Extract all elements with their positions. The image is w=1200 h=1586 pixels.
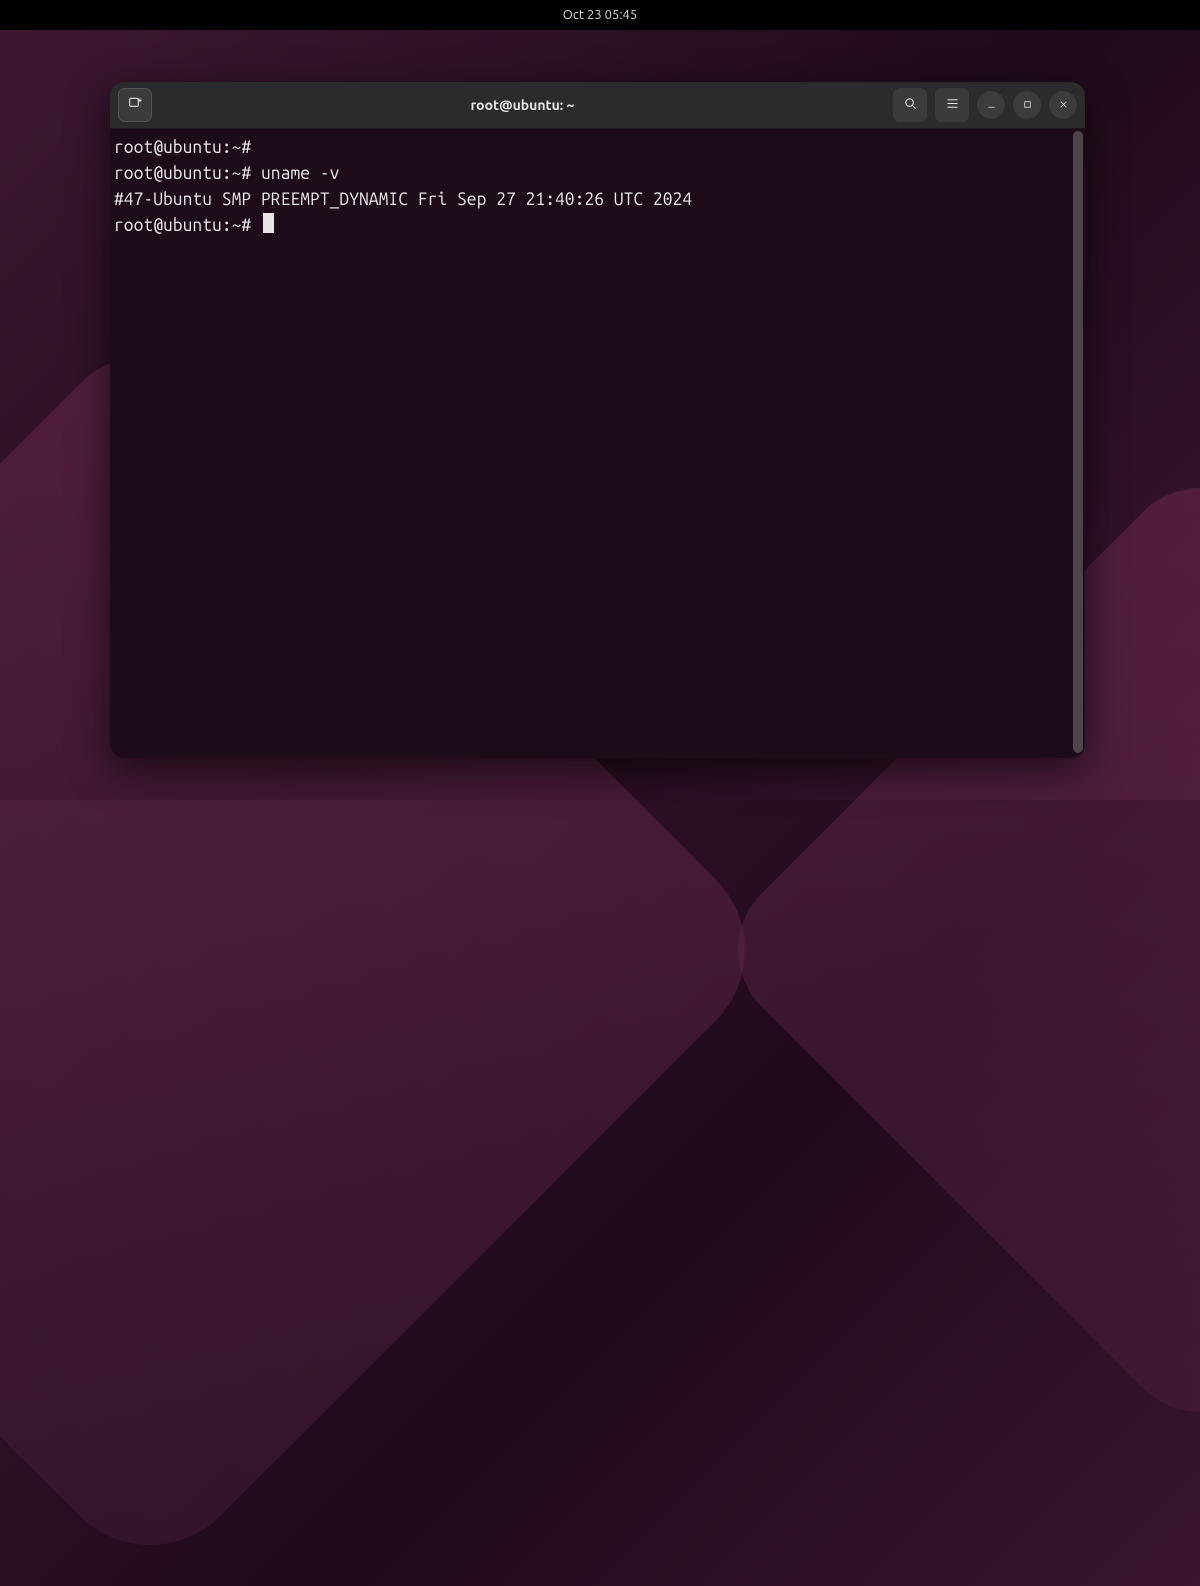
scrollbar[interactable]: [1073, 131, 1083, 753]
close-button[interactable]: [1049, 91, 1077, 119]
terminal-body[interactable]: root@ubuntu:~# root@ubuntu:~# uname -v #…: [110, 129, 1085, 758]
hamburger-icon: [945, 96, 960, 115]
clock[interactable]: Oct 23 05:45: [563, 8, 637, 22]
search-button[interactable]: [893, 88, 927, 122]
window-title: root@ubuntu: ~: [160, 97, 885, 113]
cursor: [263, 213, 274, 233]
gnome-top-bar: Oct 23 05:45: [0, 0, 1200, 30]
menu-button[interactable]: [935, 88, 969, 122]
terminal-output: #47-Ubuntu SMP PREEMPT_DYNAMIC Fri Sep 2…: [114, 187, 1081, 213]
titlebar: root@ubuntu: ~: [110, 82, 1085, 129]
new-tab-icon: [127, 95, 143, 115]
terminal-line: root@ubuntu:~#: [114, 135, 1081, 161]
terminal-window: root@ubuntu: ~: [110, 82, 1085, 758]
maximize-icon: [1022, 96, 1033, 114]
maximize-button[interactable]: [1013, 91, 1041, 119]
minimize-icon: [986, 96, 997, 114]
minimize-button[interactable]: [977, 91, 1005, 119]
new-tab-button[interactable]: [118, 88, 152, 122]
close-icon: [1058, 96, 1069, 114]
terminal-line: root@ubuntu:~#: [114, 213, 1081, 239]
search-icon: [903, 96, 918, 115]
terminal-line: root@ubuntu:~# uname -v: [114, 161, 1081, 187]
